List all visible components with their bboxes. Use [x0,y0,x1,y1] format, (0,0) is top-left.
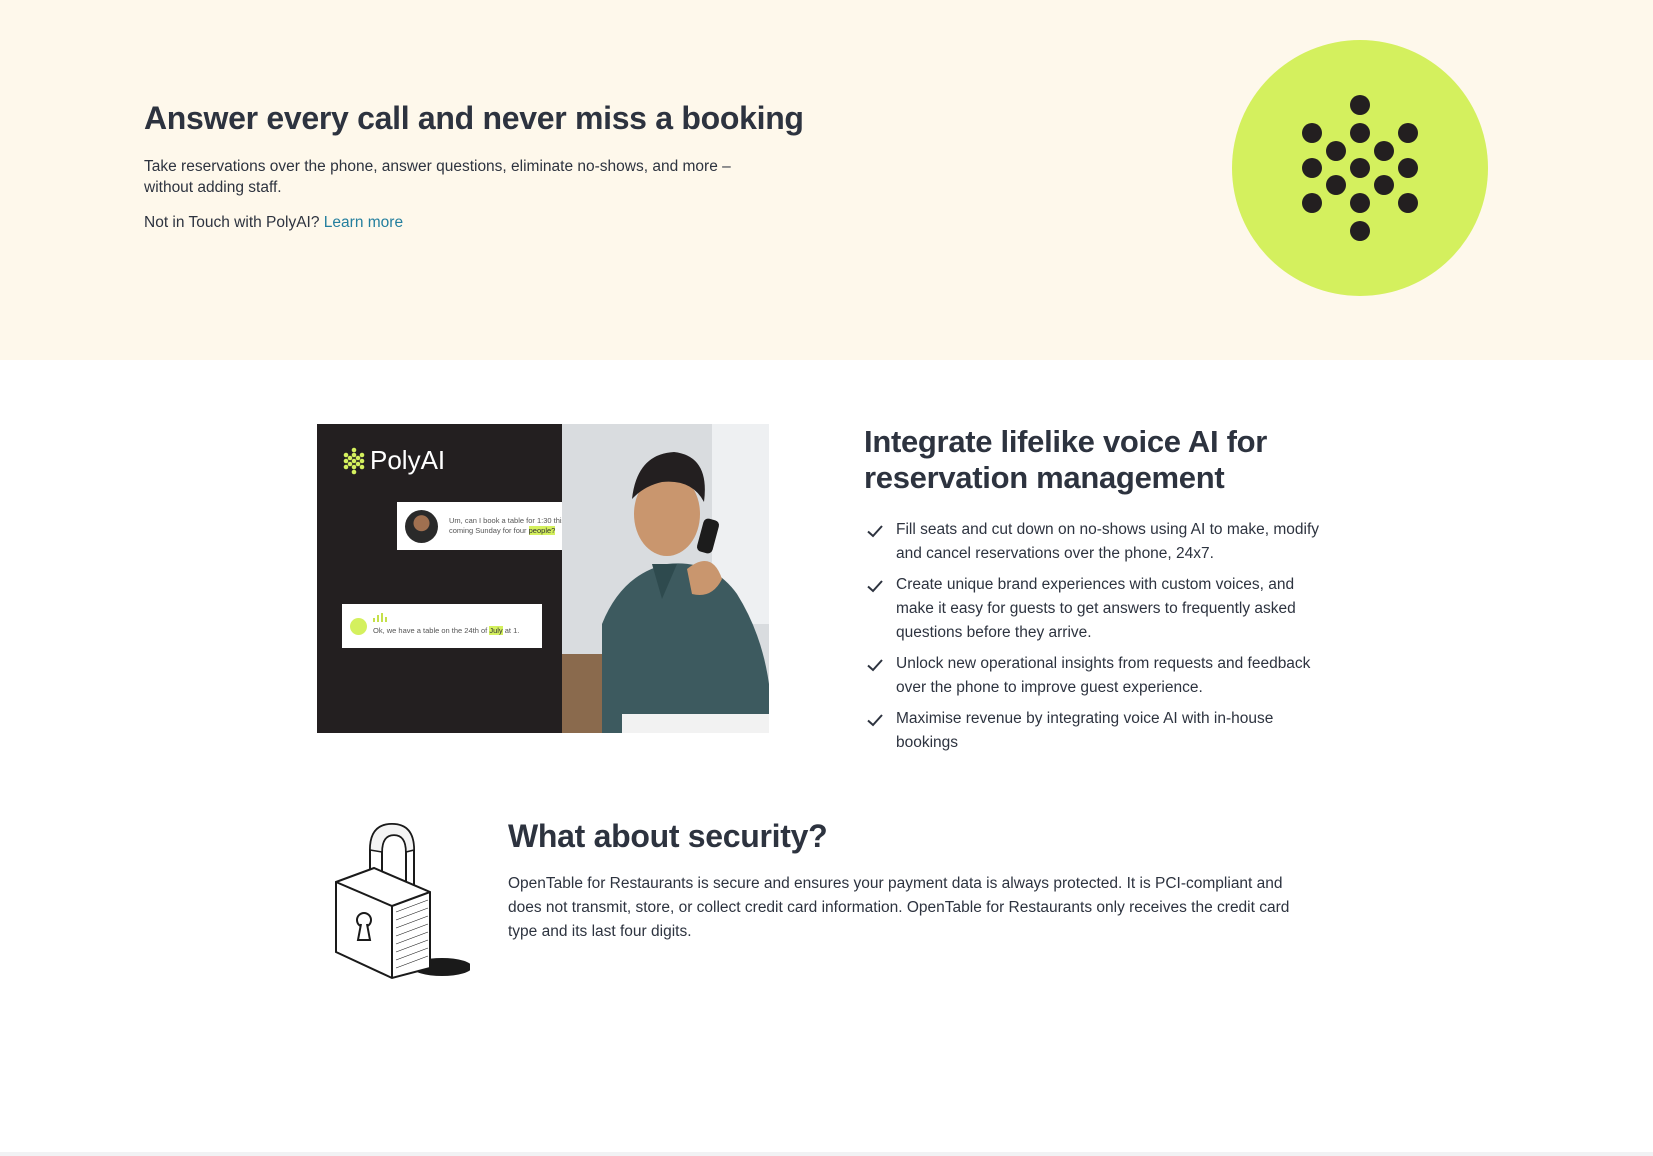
learn-more-link[interactable]: Learn more [324,214,403,231]
man-on-phone-photo [562,424,769,733]
integrate-title: Integrate lifelike voice AI for reservat… [864,424,1268,495]
avatar [405,510,438,543]
polyai-logo-badge [1232,40,1488,296]
hero-description: Take reservations over the phone, answer… [144,158,731,196]
chat-bubble-ai-text: Ok, we have a table on the 24th of July … [373,626,520,635]
list-item: Maximise revenue by integrating voice AI… [864,707,1324,755]
footer-divider [0,1152,1653,1156]
promo-brand-name: PolyAI [370,445,446,475]
integrate-feature-list: Fill seats and cut down on no-shows usin… [864,518,1324,762]
polyai-dots-icon [1302,95,1418,241]
padlock-icon [335,822,470,980]
check-icon [867,525,883,538]
promo-dark-panel: PolyAI Um, can I book a table for 1:30 t… [317,424,597,733]
list-item: Unlock new operational insights from req… [864,652,1324,700]
polyai-avatar-icon [350,618,367,635]
list-item: Create unique brand experiences with cus… [864,573,1324,645]
security-title: What about security? [508,818,828,854]
hero-title: Answer every call and never miss a booki… [144,100,804,136]
check-icon [867,580,883,593]
polyai-promo-image: PolyAI Um, can I book a table for 1:30 t… [317,424,769,733]
hero-prompt: Not in Touch with PolyAI? [144,214,320,231]
check-icon [867,714,883,727]
hero-section: Answer every call and never miss a booki… [0,0,1653,360]
security-description: OpenTable for Restaurants is secure and … [508,875,1290,940]
chat-bubble-ai: Ok, we have a table on the 24th of July … [342,604,542,648]
list-item: Fill seats and cut down on no-shows usin… [864,518,1324,566]
audio-wave-icon [373,613,387,622]
check-icon [867,659,883,672]
hero-learn-more-line: Not in Touch with PolyAI? Learn more [144,214,403,232]
